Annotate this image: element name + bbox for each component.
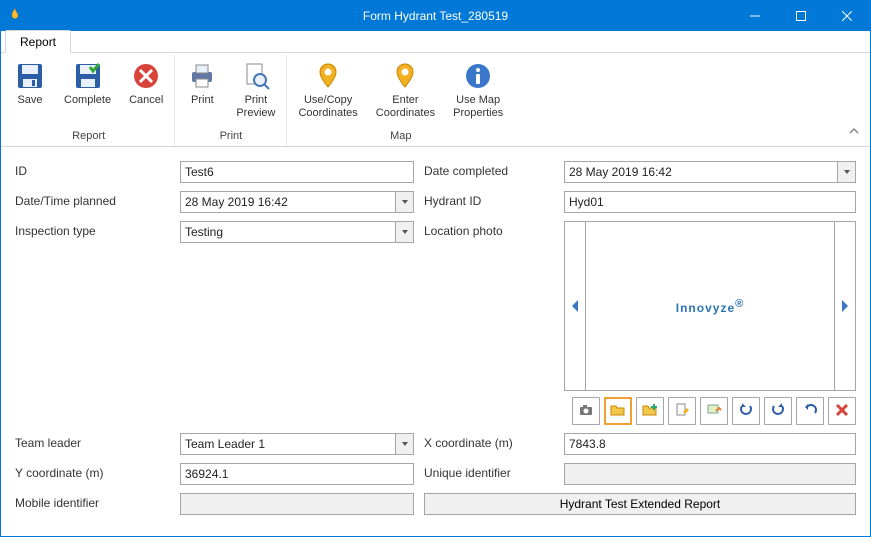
photo-undo-button[interactable] xyxy=(796,397,824,425)
close-button[interactable] xyxy=(824,1,870,31)
window-controls xyxy=(732,1,870,31)
label-team-leader: Team leader xyxy=(15,433,170,455)
ribbon-tabstrip: Report xyxy=(1,31,870,53)
image-export-icon xyxy=(706,402,722,421)
location-photo-panel: Innovyze® xyxy=(564,221,856,425)
label-y-coord: Y coordinate (m) xyxy=(15,463,170,485)
label-unique-identifier: Unique identifier xyxy=(424,463,554,485)
photo-frame: Innovyze® xyxy=(564,221,856,391)
window-title: Form Hydrant Test_280519 xyxy=(363,9,508,23)
photo-open-button[interactable] xyxy=(604,397,632,425)
rotate-ccw-icon xyxy=(738,402,754,421)
photo-toolbar xyxy=(564,397,856,425)
folder-add-icon xyxy=(642,402,658,421)
photo-brand-text: Innovyze® xyxy=(676,298,744,315)
label-location-photo: Location photo xyxy=(424,221,554,298)
photo-next-button[interactable] xyxy=(834,221,856,391)
titlebar: Form Hydrant Test_280519 xyxy=(1,1,870,31)
print-icon xyxy=(186,60,218,92)
label-date-time-planned: Date/Time planned xyxy=(15,191,170,213)
photo-rotate-cw-button[interactable] xyxy=(764,397,792,425)
photo-delete-button[interactable] xyxy=(828,397,856,425)
photo-rotate-ccw-button[interactable] xyxy=(732,397,760,425)
ribbon-group-map: Use/Copy Coordinates Enter Coordinates U… xyxy=(287,55,514,146)
info-icon xyxy=(462,60,494,92)
folder-open-icon xyxy=(610,402,626,421)
photo-prev-button[interactable] xyxy=(564,221,586,391)
map-pin-icon xyxy=(389,60,421,92)
label-x-coord: X coordinate (m) xyxy=(424,433,554,455)
date-completed-field[interactable] xyxy=(564,161,856,183)
team-leader-field[interactable] xyxy=(180,433,414,455)
chevron-down-icon[interactable] xyxy=(837,162,855,182)
ribbon-group-report: Save Complete Cancel Report xyxy=(3,55,175,146)
hydrant-id-field[interactable] xyxy=(564,191,856,213)
ribbon: Save Complete Cancel Report xyxy=(1,53,870,147)
chevron-down-icon[interactable] xyxy=(395,192,413,212)
complete-icon xyxy=(72,60,104,92)
print-preview-button[interactable]: Print Preview xyxy=(229,55,282,121)
form-content: ID Date completed Date/Time planned Hydr… xyxy=(1,147,870,536)
extended-report-button[interactable]: Hydrant Test Extended Report xyxy=(424,493,856,515)
use-map-properties-button[interactable]: Use Map Properties xyxy=(446,55,510,121)
label-inspection-type: Inspection type xyxy=(15,221,170,298)
inspection-type-field[interactable] xyxy=(180,221,414,243)
photo-image: Innovyze® xyxy=(586,221,834,391)
y-coord-field[interactable] xyxy=(180,463,414,485)
photo-export-button[interactable] xyxy=(700,397,728,425)
date-time-planned-field[interactable] xyxy=(180,191,414,213)
id-field[interactable] xyxy=(180,161,414,183)
complete-button[interactable]: Complete xyxy=(57,55,118,108)
photo-edit-button[interactable] xyxy=(668,397,696,425)
cancel-icon xyxy=(130,60,162,92)
app-window: Form Hydrant Test_280519 Report xyxy=(0,0,871,537)
use-copy-coordinates-button[interactable]: Use/Copy Coordinates xyxy=(291,55,364,121)
print-preview-icon xyxy=(240,60,272,92)
rotate-cw-icon xyxy=(770,402,786,421)
cancel-button[interactable]: Cancel xyxy=(122,55,170,108)
label-id: ID xyxy=(15,161,170,183)
unique-identifier-field xyxy=(564,463,856,485)
camera-icon xyxy=(578,402,594,421)
enter-coordinates-button[interactable]: Enter Coordinates xyxy=(369,55,442,121)
tab-report[interactable]: Report xyxy=(5,30,71,53)
chevron-down-icon[interactable] xyxy=(395,222,413,242)
chevron-down-icon[interactable] xyxy=(395,434,413,454)
ribbon-collapse-button[interactable] xyxy=(848,125,860,140)
save-icon xyxy=(14,60,46,92)
edit-icon xyxy=(674,402,690,421)
save-button[interactable]: Save xyxy=(7,55,53,108)
x-coord-field[interactable] xyxy=(564,433,856,455)
label-date-completed: Date completed xyxy=(424,161,554,183)
minimize-button[interactable] xyxy=(732,1,778,31)
photo-camera-button[interactable] xyxy=(572,397,600,425)
mobile-identifier-field xyxy=(180,493,414,515)
photo-add-button[interactable] xyxy=(636,397,664,425)
ribbon-group-print: Print Print Preview Print xyxy=(175,55,287,146)
label-hydrant-id: Hydrant ID xyxy=(424,191,554,213)
maximize-button[interactable] xyxy=(778,1,824,31)
delete-icon xyxy=(835,403,849,420)
app-flame-icon xyxy=(8,8,22,25)
undo-icon xyxy=(802,402,818,421)
print-button[interactable]: Print xyxy=(179,55,225,108)
map-pin-icon xyxy=(312,60,344,92)
label-mobile-identifier: Mobile identifier xyxy=(15,493,170,515)
